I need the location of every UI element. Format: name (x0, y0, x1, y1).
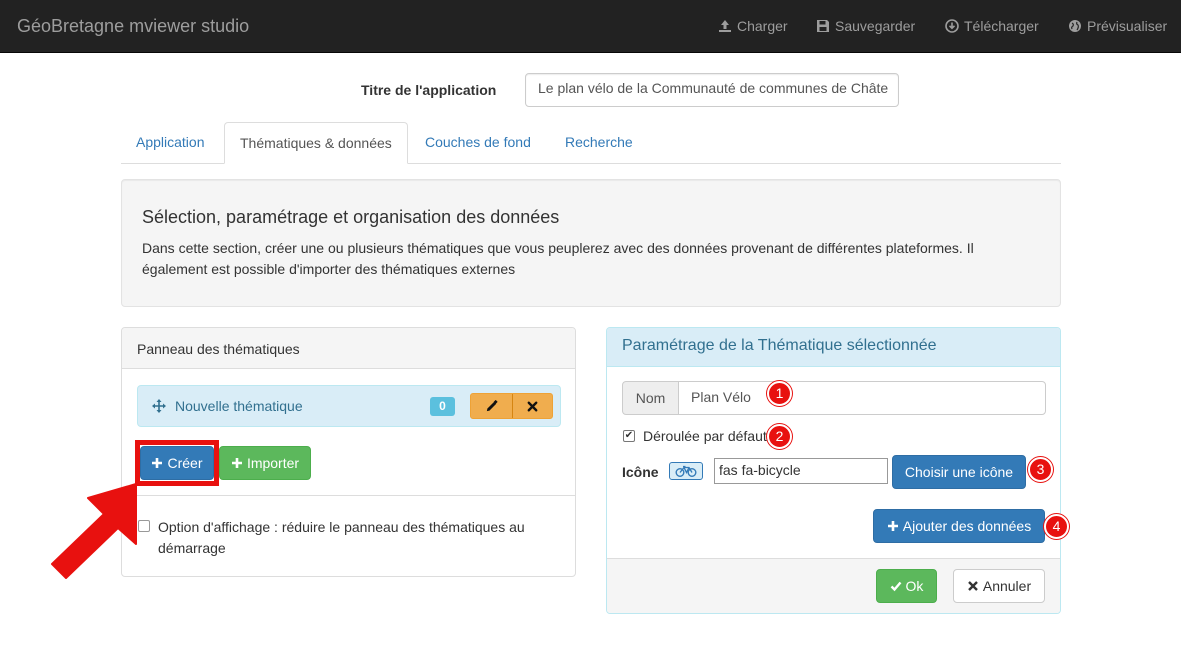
icon-label: Icône (622, 464, 659, 480)
intro-well: Sélection, paramétrage et organisation d… (121, 179, 1061, 307)
name-addon: Nom (622, 381, 679, 415)
check-icon (890, 581, 901, 592)
close-icon (527, 401, 538, 411)
floppy-icon (817, 20, 829, 32)
annotation-badge-4: 4 (1044, 514, 1069, 539)
panel-divider (122, 495, 575, 496)
annotation-badge-1: 1 (767, 381, 792, 406)
cancel-button[interactable]: Annuler (953, 569, 1045, 603)
tab-thematiques[interactable]: Thématiques & données (224, 122, 408, 164)
preview-button[interactable]: Prévisualiser (1068, 18, 1167, 34)
download-button[interactable]: Télécharger (945, 18, 1039, 34)
load-label: Charger (737, 18, 788, 34)
ok-button[interactable]: Ok (876, 569, 937, 603)
theme-settings-title: Paramétrage de la Thématique sélectionné… (607, 328, 1060, 367)
default-open-checkbox[interactable]: ✔ (623, 430, 635, 442)
collapse-panel-label[interactable]: Option d'affichage : réduire le panneau … (158, 517, 558, 559)
icon-preview (669, 462, 703, 480)
bicycle-icon (675, 465, 697, 477)
section-heading: Sélection, paramétrage et organisation d… (142, 207, 560, 227)
annotation-badge-3: 3 (1028, 457, 1053, 482)
section-description: Dans cette section, créer une ou plusieu… (142, 240, 974, 277)
choose-icon-button[interactable]: Choisir une icône (892, 455, 1026, 489)
theme-actions (470, 393, 553, 419)
plus-icon (887, 521, 898, 531)
red-arrow-annotation (51, 483, 137, 579)
top-navbar: GéoBretagne mviewer studio Charger Sauve… (0, 0, 1181, 53)
app-title-input[interactable]: Le plan vélo de la Communauté de commune… (525, 73, 899, 107)
globe-icon (1069, 20, 1081, 32)
save-button[interactable]: Sauvegarder (816, 18, 915, 34)
add-data-button[interactable]: Ajouter des données (873, 509, 1045, 543)
annotation-badge-2: 2 (767, 424, 792, 449)
theme-name[interactable]: Nouvelle thématique (175, 398, 303, 414)
upload-icon (719, 20, 731, 32)
tab-recherche[interactable]: Recherche (550, 122, 648, 164)
tab-couches-de-fond[interactable]: Couches de fond (410, 122, 546, 164)
plus-icon (231, 458, 242, 468)
choose-icon-label: Choisir une icône (904, 464, 1014, 480)
tab-application[interactable]: Application (121, 122, 220, 164)
app-brand[interactable]: GéoBretagne mviewer studio (17, 16, 249, 37)
import-theme-button[interactable]: Importer (219, 446, 311, 480)
move-icon[interactable] (152, 399, 166, 413)
preview-label: Prévisualiser (1087, 18, 1168, 34)
ok-label: Ok (905, 578, 924, 594)
theme-list-item[interactable]: Nouvelle thématique 0 (137, 385, 561, 427)
theme-name-input[interactable]: Plan Vélo (678, 381, 1046, 415)
download-label: Télécharger (964, 18, 1039, 34)
layer-count-badge: 0 (430, 397, 455, 416)
pencil-icon (486, 399, 498, 411)
save-label: Sauvegarder (835, 18, 916, 34)
download-circle-icon (945, 19, 959, 33)
cancel-label: Annuler (982, 578, 1032, 594)
default-open-label[interactable]: Déroulée par défaut (643, 428, 767, 444)
add-data-label: Ajouter des données (902, 518, 1032, 534)
close-icon (968, 581, 978, 591)
import-theme-label: Importer (246, 455, 300, 471)
tab-bar: Application Thématiques & données Couche… (121, 122, 1061, 164)
app-title-label: Titre de l'application (361, 82, 497, 98)
icon-class-input[interactable]: fas fa-bicycle (714, 458, 888, 484)
edit-theme-button[interactable] (471, 394, 512, 418)
themes-panel-title: Panneau des thématiques (122, 328, 575, 369)
delete-theme-button[interactable] (511, 394, 553, 418)
load-button[interactable]: Charger (718, 18, 788, 34)
